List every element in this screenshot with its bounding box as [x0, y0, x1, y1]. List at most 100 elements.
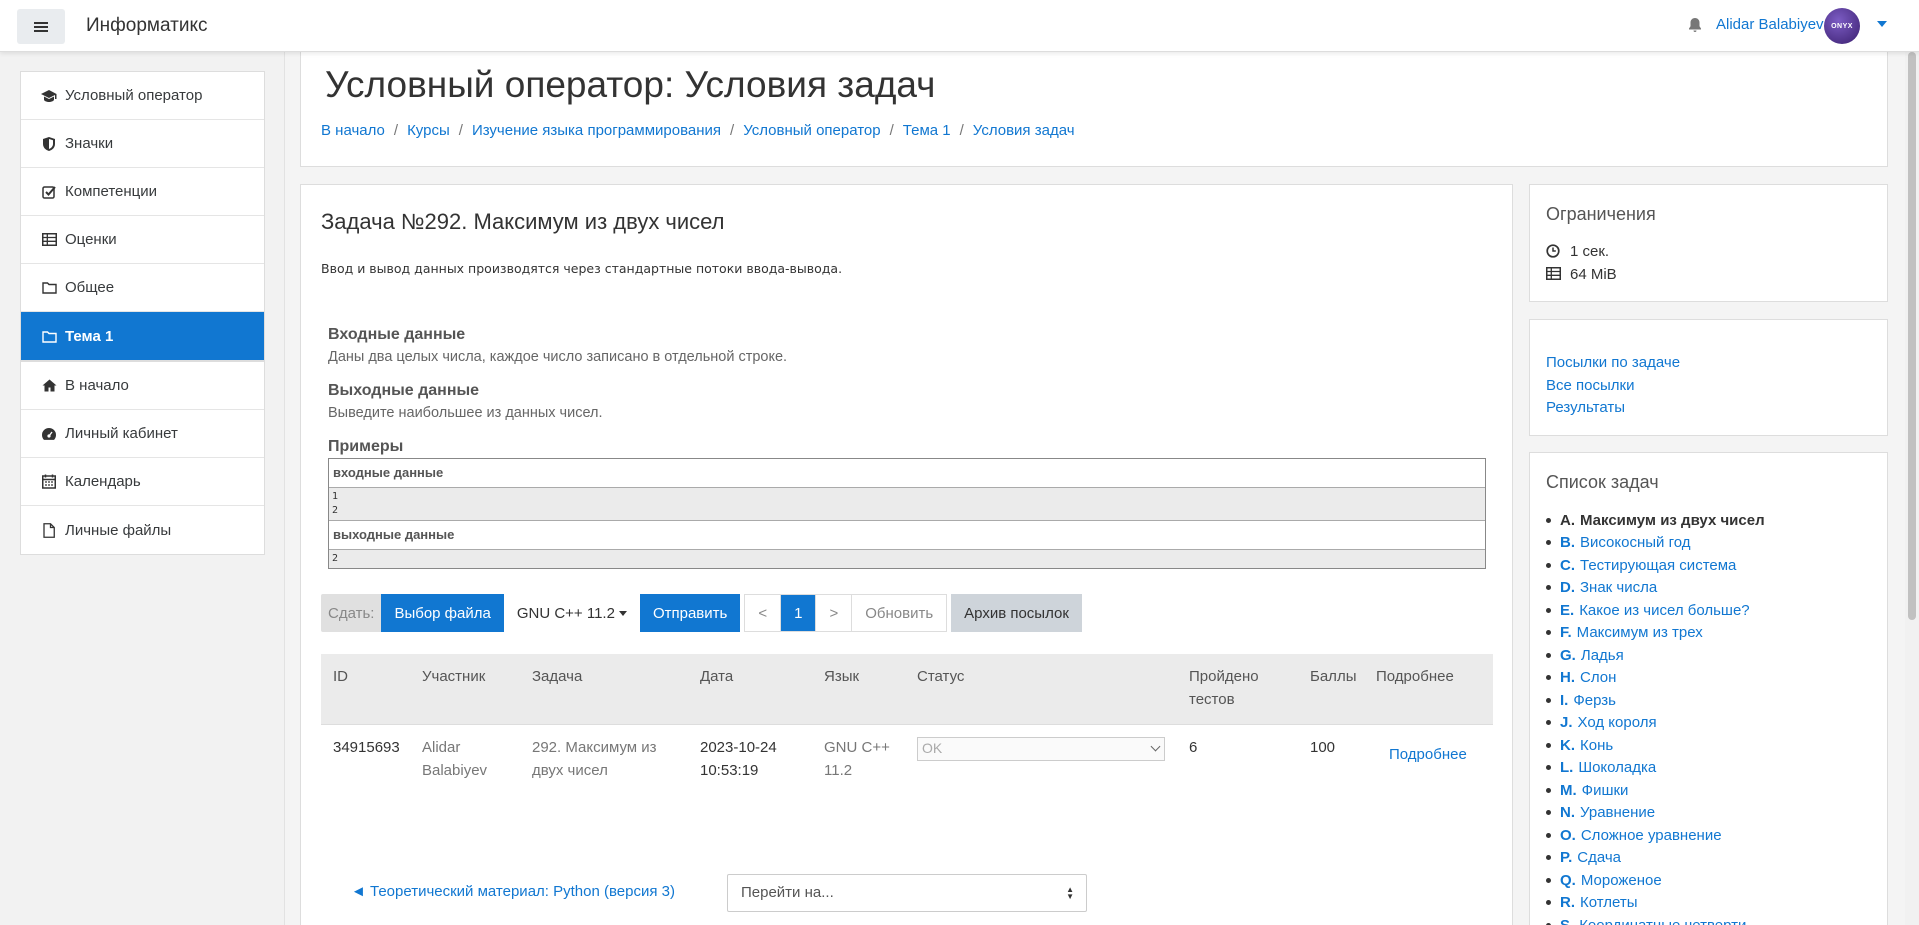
- problem-name: Максимум из трех: [1576, 624, 1703, 642]
- problem-letter: H.: [1560, 669, 1575, 687]
- problem-name: Сдача: [1577, 849, 1622, 867]
- file-icon: [41, 522, 57, 538]
- refresh-button[interactable]: Обновить: [852, 595, 946, 631]
- sidebar-item-course[interactable]: Условный оператор: [21, 72, 264, 120]
- sidebar-item-grades[interactable]: Оценки: [21, 216, 264, 264]
- problem-list-item[interactable]: H. Слон: [1546, 667, 1765, 690]
- all-submissions-link[interactable]: Все посылки: [1546, 377, 1634, 394]
- previous-activity-link[interactable]: ◄ Теоретический материал: Python (версия…: [351, 883, 675, 900]
- sidebar-item-dashboard[interactable]: Личный кабинет: [21, 410, 264, 458]
- page-title: Условный оператор: Условия задач: [325, 64, 936, 105]
- problem-list-item[interactable]: F. Максимум из трех: [1546, 622, 1765, 645]
- problem-list-item[interactable]: B. Високосный год: [1546, 532, 1765, 555]
- next-page-button[interactable]: >: [816, 595, 853, 631]
- limits-title: Ограничения: [1546, 204, 1656, 224]
- sidebar-item-label: Оценки: [65, 231, 117, 248]
- problem-list-item[interactable]: Q. Мороженое: [1546, 869, 1765, 892]
- prev-page-button[interactable]: <: [745, 595, 782, 631]
- task-submissions-link[interactable]: Посылки по задаче: [1546, 354, 1680, 371]
- examples-heading: Примеры: [328, 438, 404, 455]
- problem-list-item[interactable]: D. Знак числа: [1546, 577, 1765, 600]
- sidebar-item-calendar[interactable]: Календарь: [21, 458, 264, 506]
- page-1-button[interactable]: 1: [781, 595, 817, 631]
- sidebar-item-competencies[interactable]: Компетенции: [21, 168, 264, 216]
- sidebar-item-private-files[interactable]: Личные файлы: [21, 506, 264, 554]
- problem-list-item[interactable]: K. Конь: [1546, 734, 1765, 757]
- home-icon: [41, 378, 57, 394]
- example-input-label: входные данные: [329, 459, 1485, 488]
- choose-file-button[interactable]: Выбор файла: [381, 594, 504, 632]
- top-navbar: Информатикс Alidar Balabiyev ONYX: [0, 0, 1919, 52]
- site-name[interactable]: Информатикс: [86, 15, 207, 37]
- submissions-table: ID Участник Задача Дата Язык Статус Прой…: [321, 654, 1493, 797]
- breadcrumb-category[interactable]: Изучение языка программирования: [472, 122, 721, 139]
- problem-list-item[interactable]: R. Котлеты: [1546, 892, 1765, 915]
- problem-letter: D.: [1560, 579, 1575, 597]
- user-menu-chevron-down-icon[interactable]: [1877, 21, 1887, 27]
- problem-letter: Q.: [1560, 871, 1576, 889]
- check-square-icon: [41, 184, 57, 200]
- problem-name: Знак числа: [1580, 579, 1658, 597]
- problem-list-item[interactable]: G. Ладья: [1546, 644, 1765, 667]
- hamburger-icon: [34, 21, 48, 32]
- io-note: Ввод и вывод данных производятся через с…: [321, 261, 843, 276]
- task-title: Задача №292. Максимум из двух чисел: [321, 209, 725, 234]
- user-name-link[interactable]: Alidar Balabiyev: [1716, 16, 1824, 33]
- problem-name: Високосный год: [1580, 534, 1691, 552]
- problem-list-item[interactable]: O. Сложное уравнение: [1546, 824, 1765, 847]
- scrollbar-thumb[interactable]: [1908, 52, 1916, 620]
- problem-list-item[interactable]: J. Ход короля: [1546, 712, 1765, 735]
- sidebar-item-badges[interactable]: Значки: [21, 120, 264, 168]
- problem-name: Ферзь: [1573, 691, 1616, 709]
- breadcrumb-section[interactable]: Тема 1: [903, 122, 951, 139]
- problem-name: Сложное уравнение: [1580, 826, 1722, 844]
- problem-name: Ход короля: [1577, 714, 1657, 732]
- sidebar-item-home[interactable]: В начало: [21, 362, 264, 410]
- avatar[interactable]: ONYX: [1824, 8, 1860, 44]
- problem-list-item[interactable]: N. Уравнение: [1546, 802, 1765, 825]
- details-link[interactable]: Подробнее: [1389, 743, 1467, 766]
- problem-list-item[interactable]: C. Тестирующая система: [1546, 554, 1765, 577]
- sidebar-item-topic-1[interactable]: Тема 1: [21, 312, 264, 360]
- problem-list-item[interactable]: E. Какое из чисел больше?: [1546, 599, 1765, 622]
- breadcrumb-home[interactable]: В начало: [321, 122, 385, 139]
- example-input: 1 2: [329, 488, 1485, 521]
- language-dropdown[interactable]: GNU C++ 11.2: [503, 594, 640, 632]
- results-link[interactable]: Результаты: [1546, 399, 1625, 416]
- output-heading: Выходные данные: [328, 382, 480, 399]
- problem-letter: N.: [1560, 804, 1575, 822]
- breadcrumb-current[interactable]: Условия задач: [973, 122, 1075, 139]
- problem-letter: G.: [1560, 646, 1576, 664]
- bell-icon[interactable]: [1688, 17, 1702, 33]
- problem-list-item[interactable]: M. Фишки: [1546, 779, 1765, 802]
- problem-list-item[interactable]: L. Шоколадка: [1546, 757, 1765, 780]
- send-button[interactable]: Отправить: [639, 594, 741, 632]
- memory-limit: 64 MiB: [1546, 266, 1617, 283]
- status-select[interactable]: OK: [917, 737, 1165, 761]
- sidebar-item-label: Общее: [65, 279, 115, 296]
- problem-name: Фишки: [1581, 781, 1629, 799]
- archive-button[interactable]: Архив посылок: [951, 594, 1082, 632]
- output-text: Выведите наибольшее из данных чисел.: [328, 405, 603, 421]
- sidebar-item-label: Личный кабинет: [65, 425, 178, 442]
- problem-list-item[interactable]: P. Сдача: [1546, 847, 1765, 870]
- menu-toggle-button[interactable]: [17, 9, 65, 44]
- problem-letter: M.: [1560, 781, 1577, 799]
- problem-letter: E.: [1560, 601, 1575, 619]
- problem-name: Слон: [1580, 669, 1617, 687]
- problem-list-item[interactable]: S. Координатные четверти: [1546, 914, 1765, 925]
- problem-letter: K.: [1560, 736, 1575, 754]
- breadcrumb-courses[interactable]: Курсы: [407, 122, 450, 139]
- problem-name: Максимум из двух чисел: [1580, 511, 1765, 529]
- breadcrumb-course[interactable]: Условный оператор: [743, 122, 880, 139]
- problem-list-item[interactable]: I. Ферзь: [1546, 689, 1765, 712]
- sidebar-item-general[interactable]: Общее: [21, 264, 264, 312]
- submit-bar: Сдать: Выбор файла GNU C++ 11.2 Отправит…: [321, 594, 1082, 632]
- table-header: ID Участник Задача Дата Язык Статус Прой…: [321, 654, 1493, 724]
- jump-to-select[interactable]: Перейти на... ▲ ▼: [727, 874, 1087, 912]
- task-card: Задача №292. Максимум из двух чисел Ввод…: [300, 184, 1513, 925]
- limits-block: Ограничения 1 сек. 64 MiB: [1529, 184, 1888, 302]
- pagination: < 1 > Обновить: [744, 594, 948, 632]
- problem-name: Уравнение: [1580, 804, 1656, 822]
- page-scrollbar[interactable]: [1905, 52, 1919, 925]
